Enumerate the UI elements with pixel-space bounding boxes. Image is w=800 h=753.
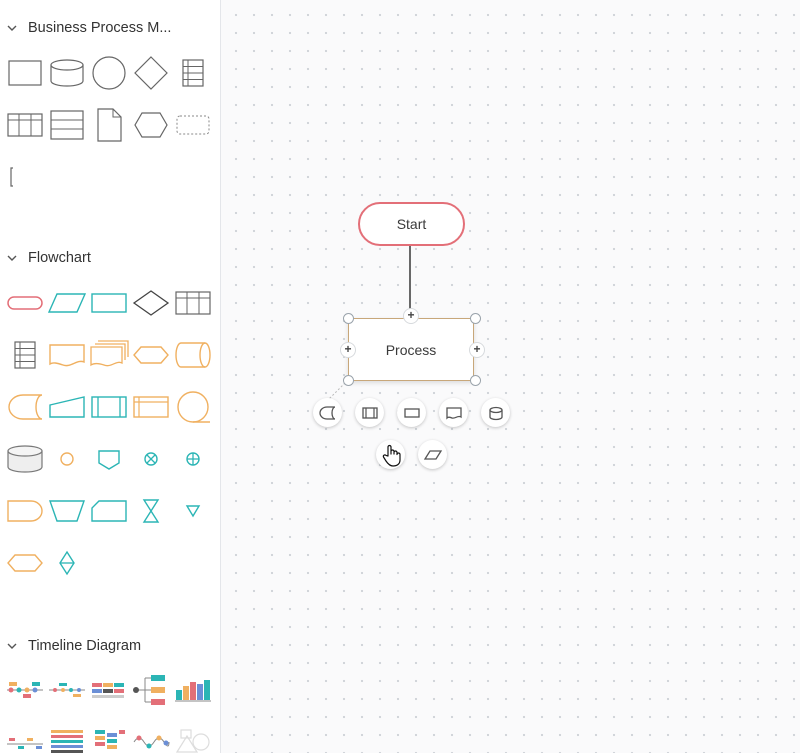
quick-add-data-button[interactable]: [418, 440, 447, 469]
timeline-template-6[interactable]: [4, 716, 46, 753]
chevron-down-icon: [7, 255, 17, 261]
section-header-business-process[interactable]: Business Process M...: [0, 13, 220, 43]
flowchart-terminator-shape[interactable]: [4, 277, 46, 329]
document-shape-icon: [445, 406, 462, 420]
timeline-template-10[interactable]: [172, 716, 214, 753]
timeline-template-9[interactable]: [130, 716, 172, 753]
timeline-template-2[interactable]: [46, 664, 88, 716]
flowchart-collate-shape[interactable]: [130, 485, 172, 537]
bpm-shape-grid: [4, 47, 214, 203]
flowchart-manual-input-shape[interactable]: [46, 381, 88, 433]
quick-add-database-button[interactable]: [481, 398, 510, 427]
flowchart-connector-shape[interactable]: [46, 433, 88, 485]
quick-add-process-button[interactable]: [397, 398, 426, 427]
resize-handle-top-left[interactable]: [343, 313, 354, 324]
flowchart-display-shape[interactable]: [4, 485, 46, 537]
timeline-template-1[interactable]: [4, 664, 46, 716]
database-shape-icon: [488, 406, 503, 420]
resize-handle-top-right[interactable]: [470, 313, 481, 324]
bpm-list-shape[interactable]: [46, 99, 88, 151]
flowchart-sort-shape[interactable]: [46, 537, 88, 589]
chevron-down-icon: [7, 643, 17, 649]
process-shape-icon: [403, 407, 420, 418]
flowchart-merge-shape[interactable]: [172, 485, 214, 537]
flowchart-or-shape[interactable]: [172, 433, 214, 485]
flowchart-document-shape[interactable]: [46, 329, 88, 381]
predefined-process-shape-icon: [361, 406, 378, 419]
timeline-template-8[interactable]: [88, 716, 130, 753]
flowchart-internal-storage-grid-shape[interactable]: [4, 329, 46, 381]
flowchart-process-shape[interactable]: [88, 277, 130, 329]
flowchart-manual-operation-shape[interactable]: [46, 485, 88, 537]
timeline-shape-grid: [4, 664, 214, 753]
section-title: Business Process M...: [28, 20, 172, 36]
bpm-document-shape[interactable]: [88, 99, 130, 151]
add-connection-left-button[interactable]: +: [340, 342, 356, 358]
quick-add-document-button[interactable]: [439, 398, 468, 427]
flowchart-decision-shape[interactable]: [130, 277, 172, 329]
bpm-rectangle-shape[interactable]: [4, 47, 46, 99]
start-terminator-node[interactable]: Start: [358, 202, 465, 246]
flowchart-database-shape[interactable]: [4, 433, 46, 485]
flowchart-shape-grid: [4, 277, 214, 589]
section-title: Timeline Diagram: [28, 638, 142, 654]
bpm-diamond-shape[interactable]: [130, 47, 172, 99]
diagram-canvas[interactable]: Start Process + + +: [221, 0, 800, 753]
bpm-database-shape[interactable]: [46, 47, 88, 99]
node-label: Start: [396, 216, 427, 232]
flowchart-preparation-shape[interactable]: [130, 329, 172, 381]
bpm-table-wide-shape[interactable]: [4, 99, 46, 151]
flowchart-summing-junction-shape[interactable]: [130, 433, 172, 485]
add-connection-right-button[interactable]: +: [469, 342, 485, 358]
resize-handle-bottom-left[interactable]: [343, 375, 354, 386]
bpm-hexagon-shape[interactable]: [130, 99, 172, 151]
connector-layer: [328, 244, 411, 400]
chevron-down-icon: [7, 25, 17, 31]
timeline-template-5[interactable]: [172, 664, 214, 716]
flowchart-data-shape[interactable]: [46, 277, 88, 329]
bpm-bracket-shape[interactable]: [4, 151, 46, 203]
add-connection-top-button[interactable]: +: [403, 308, 419, 324]
bpm-table-shape[interactable]: [172, 47, 214, 99]
flowchart-direct-access-storage-shape[interactable]: [172, 329, 214, 381]
flowchart-internal-storage-shape[interactable]: [172, 277, 214, 329]
flowchart-multiple-documents-shape[interactable]: [88, 329, 130, 381]
quick-add-predefined-process-button[interactable]: [355, 398, 384, 427]
quick-add-hover-button[interactable]: [376, 440, 405, 469]
section-title: Flowchart: [28, 250, 91, 266]
timeline-template-4[interactable]: [130, 664, 172, 716]
process-node[interactable]: Process: [348, 318, 474, 381]
section-header-flowchart[interactable]: Flowchart: [0, 243, 220, 273]
data-shape-icon: [423, 449, 442, 460]
flowchart-hexagon-shape[interactable]: [4, 537, 46, 589]
resize-handle-bottom-right[interactable]: [470, 375, 481, 386]
timeline-template-3[interactable]: [88, 664, 130, 716]
flowchart-card-shape[interactable]: [88, 485, 130, 537]
bpm-dashed-group-shape[interactable]: [172, 99, 214, 151]
bpm-circle-shape[interactable]: [88, 47, 130, 99]
section-header-timeline[interactable]: Timeline Diagram: [0, 631, 220, 661]
flowchart-delay-shape[interactable]: [4, 381, 46, 433]
flowchart-sequential-data-shape[interactable]: [172, 381, 214, 433]
quick-add-delay-button[interactable]: [313, 398, 342, 427]
shape-library-sidebar: Business Process M... Flowchart Timeline…: [0, 0, 221, 753]
flowchart-internal-storage-alt-shape[interactable]: [130, 381, 172, 433]
timeline-template-7[interactable]: [46, 716, 88, 753]
delay-shape-icon: [318, 405, 335, 420]
flowchart-off-page-connector-shape[interactable]: [88, 433, 130, 485]
node-label: Process: [385, 341, 437, 358]
flowchart-predefined-process-shape[interactable]: [88, 381, 130, 433]
